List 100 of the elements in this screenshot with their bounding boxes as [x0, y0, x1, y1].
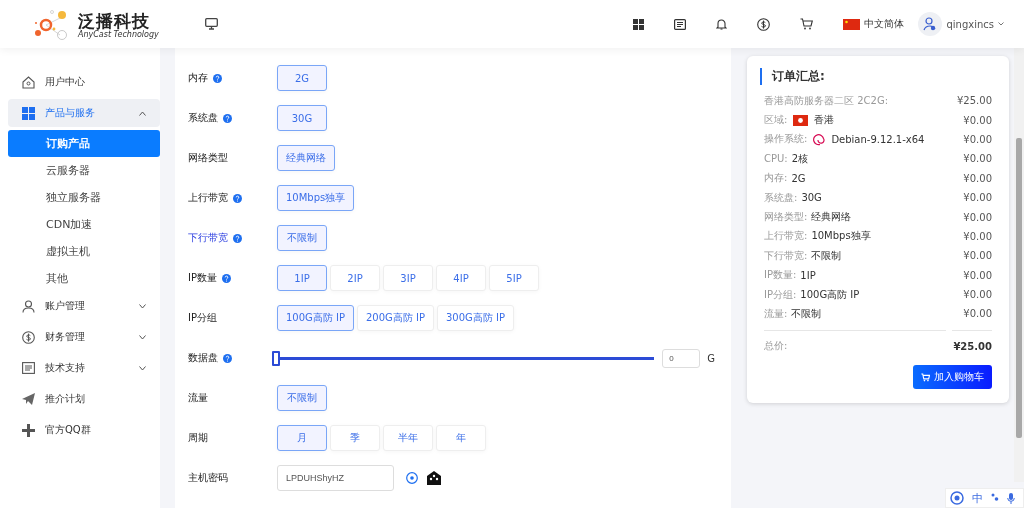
summary-value: 100G高防 IP	[800, 287, 860, 302]
option-button[interactable]: 不限制	[277, 385, 327, 411]
eye-icon[interactable]	[406, 472, 418, 484]
avatar-icon[interactable]	[918, 12, 943, 36]
summary-label: 下行带宽:	[764, 248, 808, 263]
hong-kong-flag-icon	[793, 114, 809, 126]
scrollbar[interactable]	[1014, 48, 1024, 482]
option-button[interactable]: 半年	[383, 425, 433, 451]
cart-icon	[921, 372, 930, 382]
option-button[interactable]: 2IP	[330, 265, 380, 291]
caret-icon	[139, 110, 146, 116]
summary-label: 内存:	[764, 171, 788, 186]
field-label: 网络类型	[188, 151, 228, 165]
sidebar-item[interactable]: 官方QQ群	[8, 416, 160, 444]
line-price: ¥0.00	[963, 114, 992, 126]
option-button[interactable]: 5IP	[489, 265, 539, 291]
summary-title: 订单汇总:	[760, 68, 992, 85]
help-icon[interactable]	[233, 193, 242, 203]
monitor-icon[interactable]	[204, 18, 218, 30]
password-input[interactable]: LPDUHShyHZ	[277, 465, 394, 491]
summary-value: 2核	[791, 151, 809, 166]
dollar-icon[interactable]	[757, 17, 771, 31]
option-button[interactable]: 3IP	[383, 265, 433, 291]
field-label: 下行带宽	[188, 231, 228, 245]
summary-value: 香港	[814, 113, 835, 128]
line-price: ¥25.00	[957, 95, 992, 107]
option-button[interactable]: 10Mbps独享	[277, 185, 355, 211]
option-button[interactable]: 经典网络	[277, 145, 335, 171]
caret-down-icon[interactable]	[998, 22, 1004, 26]
field-label: 内存	[188, 71, 208, 85]
line-price: ¥0.00	[963, 192, 992, 204]
caret-icon	[139, 334, 146, 340]
unit-label: G	[707, 352, 715, 364]
option-button[interactable]: 年	[436, 425, 486, 451]
help-icon[interactable]	[233, 233, 242, 243]
help-icon[interactable]	[223, 353, 232, 363]
sidebar-item[interactable]: 推介计划	[8, 385, 160, 413]
language-selector[interactable]: 中文简体	[864, 17, 905, 31]
line-price: ¥0.00	[963, 289, 992, 301]
sidebar-subitem[interactable]: 独立服务器	[8, 184, 160, 211]
sidebar-subitem[interactable]: CDN加速	[8, 211, 160, 238]
dice-icon[interactable]	[426, 471, 442, 485]
add-to-cart-button[interactable]: 加入购物车	[913, 365, 992, 390]
sidebar-item[interactable]: 账户管理	[8, 292, 160, 320]
option-button[interactable]: 1IP	[277, 265, 327, 291]
input-mode-toggle[interactable]: 中	[972, 490, 983, 506]
sidebar-item[interactable]: 用户中心	[8, 68, 160, 96]
option-button[interactable]: 200G高防 IP	[357, 305, 434, 331]
option-button[interactable]: 100G高防 IP	[277, 305, 354, 331]
summary-value: 不限制	[811, 248, 842, 263]
line-price: ¥0.00	[963, 172, 992, 184]
option-button[interactable]: 4IP	[436, 265, 486, 291]
sidebar-item[interactable]: 产品与服务	[8, 99, 160, 127]
option-button[interactable]: 不限制	[277, 225, 327, 251]
microphone-icon[interactable]	[1007, 492, 1015, 504]
summary-label: 网络类型:	[764, 210, 808, 225]
sidebar-subitem[interactable]: 订购产品	[8, 130, 160, 157]
document-icon[interactable]	[674, 18, 687, 30]
sidebar-subitem[interactable]: 虚拟主机	[8, 238, 160, 265]
field-label: 流量	[188, 391, 208, 405]
summary-label: CPU:	[764, 153, 788, 165]
home-icon	[22, 75, 35, 89]
bell-icon[interactable]	[716, 18, 728, 30]
summary-label: 流量:	[764, 307, 788, 321]
summary-label: 操作系统:	[764, 132, 808, 147]
slider-handle[interactable]	[272, 350, 280, 366]
ime-logo-icon[interactable]	[950, 491, 964, 505]
option-button[interactable]: 季	[330, 425, 380, 451]
summary-label: IP分组:	[764, 287, 797, 302]
china-flag-icon[interactable]	[843, 18, 861, 30]
caret-icon	[139, 303, 146, 309]
cart-icon[interactable]	[800, 18, 814, 30]
document-icon	[22, 362, 35, 374]
plus-icon	[22, 423, 35, 437]
summary-label: IP数量:	[764, 268, 797, 283]
option-button[interactable]: 2G	[277, 65, 327, 91]
option-button[interactable]: 月	[277, 425, 327, 451]
brand-tagline: AnyCast Technology	[78, 30, 159, 38]
help-icon[interactable]	[213, 73, 222, 83]
sidebar-subitem[interactable]: 其他	[8, 265, 160, 292]
field-label: 上行带宽	[188, 191, 228, 205]
sidebar-subitem[interactable]: 云服务器	[8, 157, 160, 184]
field-label: 数据盘	[188, 351, 218, 365]
username[interactable]: qingxincs	[946, 18, 994, 30]
summary-label: 区域:	[764, 113, 788, 128]
line-price: ¥0.00	[963, 230, 992, 242]
dollar-icon	[22, 330, 35, 344]
grid-icon	[22, 106, 35, 120]
sidebar-item[interactable]: 技术支持	[8, 354, 160, 382]
summary-value: 10Mbps独享	[811, 229, 871, 244]
line-price: ¥0.00	[963, 153, 992, 165]
option-button[interactable]: 300G高防 IP	[437, 305, 514, 331]
line-price: ¥0.00	[963, 133, 992, 145]
grid-icon[interactable]	[633, 18, 645, 30]
help-icon[interactable]	[223, 113, 232, 123]
number-input[interactable]: 0	[662, 348, 701, 368]
summary-label: 上行带宽:	[764, 229, 808, 244]
sidebar-item[interactable]: 财务管理	[8, 323, 160, 351]
help-icon[interactable]	[222, 273, 231, 283]
option-button[interactable]: 30G	[277, 105, 327, 131]
